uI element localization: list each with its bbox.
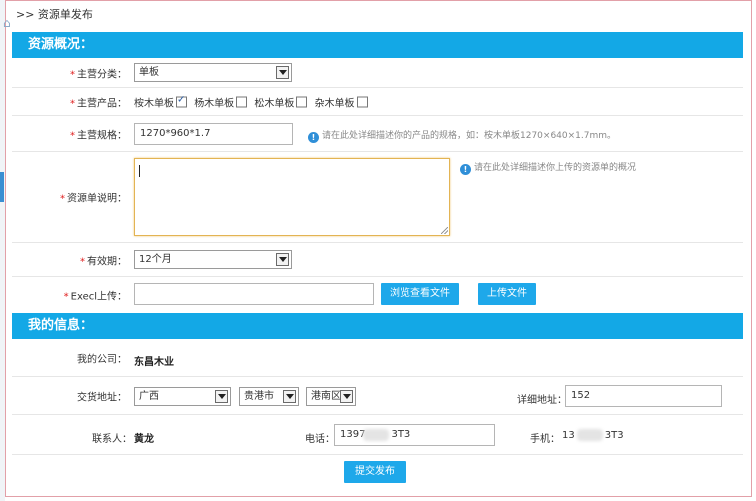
products-row: *主营产品： 桉木单板 杨木单板 松木单板 杂木单板 [12, 88, 743, 116]
spec-hint: ! 请在此处详细描述你的产品的规格，如：桉木单板1270×640×1.7mm。 [308, 128, 616, 143]
home-icon[interactable]: ⌂ [3, 9, 11, 37]
phone-input[interactable]: 1397 3T3 [334, 424, 495, 446]
category-label: * 主营分类： [70, 69, 127, 80]
detail-address-input[interactable]: 152 [565, 385, 722, 407]
redaction-blur [363, 429, 389, 441]
excel-file-input[interactable] [134, 283, 374, 305]
province-select[interactable]: 广西 [134, 387, 231, 406]
info-icon: ! [460, 164, 471, 175]
company-row: 我的公司： 东昌木业 [12, 339, 743, 377]
company-value: 东昌木业 [134, 357, 174, 368]
chevron-down-icon [276, 66, 289, 79]
excel-label: * Execl上传： [63, 291, 127, 302]
breadcrumb: ⌂ >> 资源单发布 [3, 1, 746, 30]
category-row: * 主营分类： 单板 [12, 58, 743, 88]
address-row: 交货地址： 广西 贵港市 港南区 详细地址： 152 [12, 377, 743, 415]
contact-row: 联系人： 黄龙 电话： 1397 3T3 手机： 13 3T3 [12, 415, 743, 455]
upload-file-button[interactable]: 上传文件 [478, 283, 536, 305]
product-checkbox-2[interactable] [296, 96, 308, 107]
left-edge-marker [0, 172, 4, 202]
overview-header: 资源概况： [12, 32, 743, 58]
phone-label: 电话： [305, 434, 335, 445]
address-label: 交货地址： [77, 392, 127, 403]
description-row: * 资源单说明： ! 请在此处详细描述你上传的资源单的概况 [12, 152, 743, 243]
product-checkbox-1[interactable] [236, 96, 248, 107]
detail-address-label: 详细地址： [517, 395, 567, 406]
product-option-3: 杂木单板 [315, 94, 368, 109]
district-select[interactable]: 港南区 [306, 387, 356, 406]
redaction-blur [577, 429, 603, 441]
page-frame: ⌂ >> 资源单发布 资源概况： *主营分类： 单板 *主营产品： 桉木单板 杨… [3, 0, 752, 497]
description-label: * 资源单说明： [60, 193, 127, 205]
description-textarea[interactable] [134, 158, 450, 236]
validity-label: * 有效期： [80, 256, 127, 267]
validity-select[interactable]: 12个月 [134, 250, 292, 269]
mobile-label: 手机： [530, 434, 560, 445]
contact-label: 联系人： [92, 434, 132, 445]
my-info-header: 我的信息： [12, 313, 743, 339]
products-checkbox-group: 桉木单板 杨木单板 松木单板 杂木单板 [134, 94, 372, 109]
overview-panel: 资源概况： *主营分类： 单板 *主营产品： 桉木单板 杨木单板 松木单板 杂木… [12, 32, 743, 312]
products-label: * 主营产品： [70, 98, 127, 109]
spec-input[interactable]: 1270*960*1.7 [134, 123, 293, 145]
company-label: 我的公司： [77, 354, 127, 365]
excel-row: * Execl上传： 浏览查看文件 上传文件 [12, 277, 743, 312]
product-option-1: 杨木单板 [194, 94, 248, 109]
chevron-down-icon [283, 390, 296, 403]
text-caret [139, 165, 140, 177]
product-option-0: 桉木单板 [134, 94, 187, 109]
browse-file-button[interactable]: 浏览查看文件 [381, 283, 459, 305]
validity-row: * 有效期： 12个月 [12, 243, 743, 277]
submit-button[interactable]: 提交发布 [344, 461, 406, 483]
city-select[interactable]: 贵港市 [239, 387, 299, 406]
chevron-down-icon [276, 253, 289, 266]
product-checkbox-3[interactable] [356, 96, 368, 107]
spec-label: * 主营规格： [70, 130, 127, 141]
product-checkbox-0[interactable] [176, 94, 187, 107]
chevron-down-icon [340, 390, 353, 403]
info-icon: ! [308, 132, 319, 143]
resize-grip-icon[interactable] [441, 227, 448, 234]
description-hint: ! 请在此处详细描述你上传的资源单的概况 [460, 160, 636, 175]
category-select[interactable]: 单板 [134, 63, 292, 82]
product-option-2: 松木单板 [254, 94, 308, 109]
contact-value: 黄龙 [134, 434, 154, 445]
spec-row: * 主营规格： 1270*960*1.7 ! 请在此处详细描述你的产品的规格，如：桉… [12, 116, 743, 152]
chevron-down-icon [215, 390, 228, 403]
breadcrumb-text: >> 资源单发布 [16, 8, 93, 21]
my-info-panel: 我的信息： 我的公司： 东昌木业 交货地址： 广西 贵港市 港南区 详细地址： … [12, 313, 743, 493]
